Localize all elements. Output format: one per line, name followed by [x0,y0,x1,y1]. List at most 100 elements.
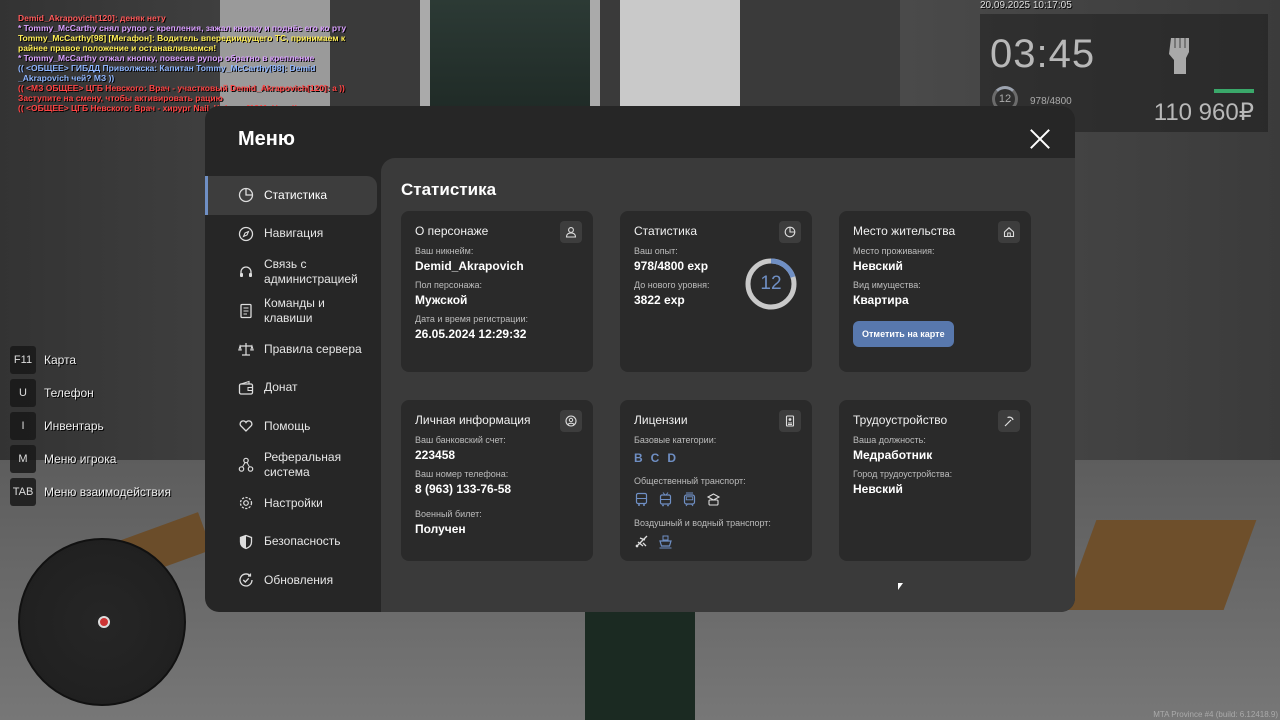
field-label: Воздушный и водный транспорт: [634,518,771,528]
menu-sidebar: Статистика Навигация Связь с администрац… [205,176,377,600]
nickname-value: Demid_Akrapovich [415,259,524,273]
hint-interaction-menu: TAB Меню взаимодействия [10,478,171,506]
money-balance: 110 960₽ [1153,99,1254,126]
hint-label: Меню взаимодействия [44,485,171,499]
refresh-check-icon [239,573,253,587]
residence-place-value: Невский [853,259,903,273]
key-badge: I [10,412,36,440]
user-icon [560,221,582,243]
scales-icon [238,343,254,356]
nav-item-settings[interactable]: Настройки [205,484,377,523]
menu-window: Меню Статистика Навигация Связь с админи… [205,106,1075,612]
scene-wall [620,0,740,110]
nav-item-referral[interactable]: Реферальная система [205,446,377,485]
nav-item-commands[interactable]: Команды и клавиши [205,292,377,331]
chat-line: Заступите на смену, чтобы активировать р… [18,93,223,103]
nav-label: Реферальная система [264,449,342,479]
nav-label: Безопасность [264,534,341,549]
id-card-icon [779,410,801,432]
scene-doorway [420,0,600,115]
property-type-value: Квартира [853,293,909,307]
menu-title: Меню [238,128,295,150]
bus-icon [635,492,648,506]
field-label: Пол персонажа: [415,280,483,290]
chat-log: Demid_Akrapovich[120]: деняк нету * Tomm… [18,13,348,113]
nav-item-statistics[interactable]: Статистика [205,176,377,215]
nav-label: Настройки [264,495,323,510]
card-title: Статистика [634,224,698,238]
wallet-icon [238,380,254,395]
nav-label: Правила сервера [264,341,362,356]
nav-label: Донат [264,380,298,395]
home-icon [998,221,1020,243]
nav-label: Навигация [264,226,324,241]
chat-line: * Tommy_McCarthy отжал кнопку, повесив р… [18,53,315,63]
pie-chart-icon [779,221,801,243]
hint-label: Инвентарь [44,419,104,433]
nav-item-contact-admin[interactable]: Связь с администрацией [205,253,377,292]
card-title: Личная информация [415,413,531,427]
key-badge: F11 [10,346,36,374]
close-icon[interactable] [1029,128,1051,150]
shield-icon [239,534,253,549]
mark-on-map-button[interactable]: Отметить на карте [853,321,954,347]
field-label: Дата и время регистрации: [415,314,528,324]
nav-item-donate[interactable]: Донат [205,369,377,408]
scene-bench [1063,520,1257,610]
airplane-icon [635,535,648,548]
nav-item-navigation[interactable]: Навигация [205,215,377,254]
content-title: Статистика [401,180,497,199]
chat-line: Demid_Akrapovich[120]: деняк нету [18,13,166,23]
position-value: Медработник [853,448,933,462]
boat-icon [659,535,672,549]
field-label: Военный билет: [415,509,482,519]
compass-icon [238,226,254,241]
key-badge: M [10,445,36,473]
nav-item-rules[interactable]: Правила сервера [205,330,377,369]
card-title: Место жительства [853,224,956,238]
hint-player-menu: M Меню игрока [10,445,171,473]
nav-label: Команды и клавиши [264,295,325,325]
air-water-licenses [634,534,798,549]
tram-icon [683,492,696,507]
chat-line: (( <ОБЩЕЕ> ГИБДД Приволжска: Капитан Tom… [18,63,316,73]
field-label: Ваша должность: [853,435,926,445]
nav-item-help[interactable]: Помощь [205,407,377,446]
nav-item-updates[interactable]: Обновления [205,561,377,600]
field-label: Ваш номер телефона: [415,469,509,479]
hint-inventory: I Инвентарь [10,412,171,440]
field-label: Место проживания: [853,246,935,256]
nav-label: Помощь [264,418,311,433]
residence-card: Место жительства Место проживания: Невск… [839,211,1031,372]
licenses-card: Лицензии Базовые категории: B C D Общест… [620,400,812,561]
employment-city-value: Невский [853,482,903,496]
field-label: Ваш никнейм: [415,246,474,256]
level-number: 12 [760,273,782,294]
hint-label: Меню игрока [44,452,117,466]
field-label: Ваш банковский счет: [415,435,506,445]
card-title: Трудоустройство [853,413,948,427]
stats-card: Статистика Ваш опыт: 978/4800 exp До нов… [620,211,812,372]
license-category: B [634,451,643,465]
pie-chart-icon [238,188,254,203]
pickaxe-icon [998,410,1020,432]
chat-line: райнее правое положение и останавливаемс… [18,43,217,53]
public-transport-licenses [634,492,798,507]
nav-label: Связь с администрацией [264,257,358,287]
chat-line: Tommy_McCarthy[98] [Мегафон]: Водитель в… [18,33,346,43]
phone-number-value: 8 (963) 133-76-58 [415,482,512,496]
player-marker-icon [98,616,110,628]
user-circle-icon [560,410,582,432]
field-label: Ваш опыт: [634,246,678,256]
taxi-badge-icon [706,493,721,506]
heart-hand-icon [239,420,253,433]
game-time: 03:45 [990,32,1096,76]
health-bar [1214,89,1254,93]
nav-item-security[interactable]: Безопасность [205,523,377,562]
key-badge: U [10,379,36,407]
chat-line: _Akrapovich чей? МЗ )) [18,73,115,83]
fist-icon [1169,38,1189,74]
network-icon [238,457,254,472]
nav-label: Обновления [264,572,334,587]
trolleybus-icon [659,492,672,507]
